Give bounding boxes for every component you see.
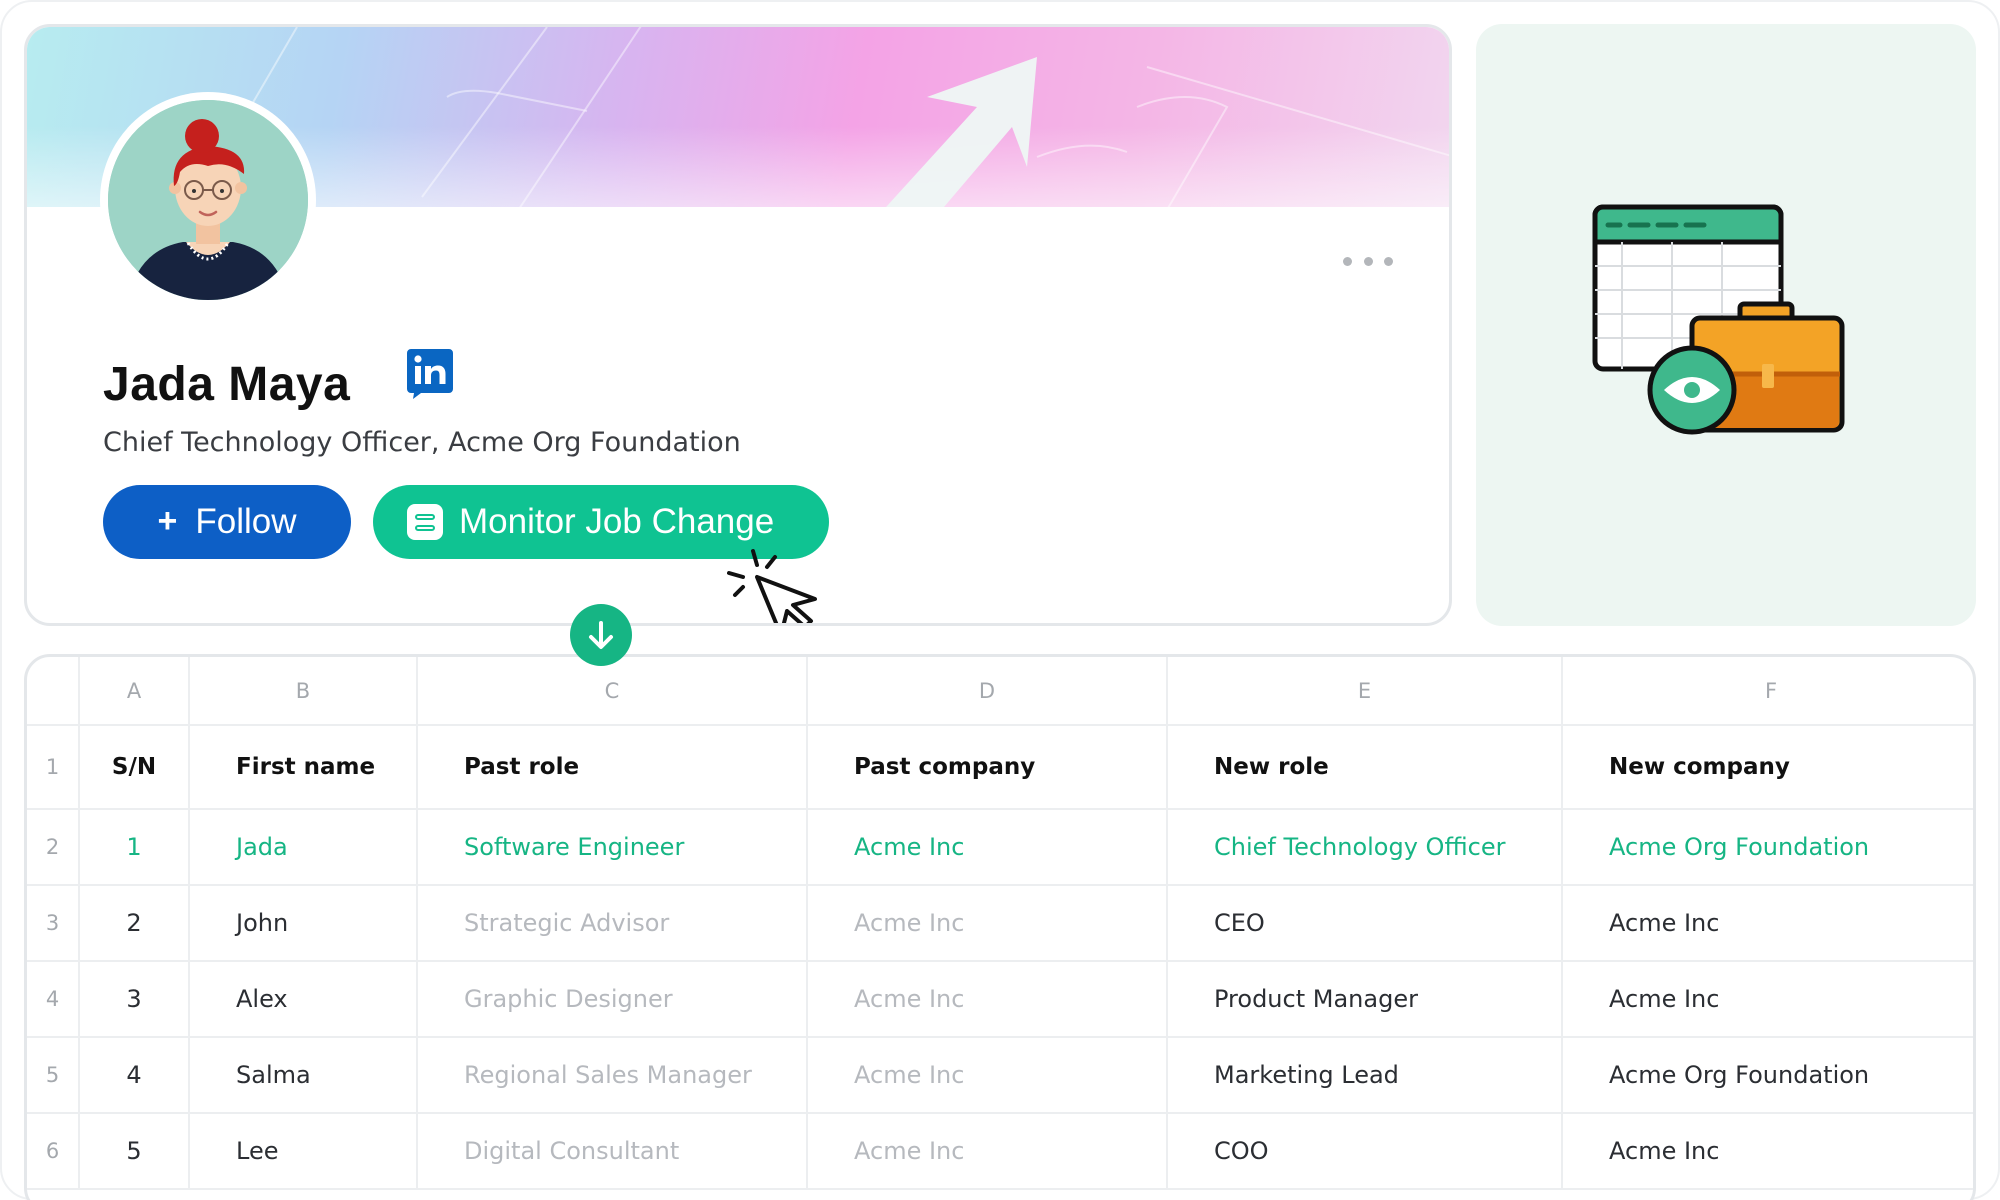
job-change-sheet: A B C D E F 1 S/N First name Past role P…	[24, 654, 1976, 1200]
follow-button[interactable]: + Follow	[103, 485, 351, 559]
column-letter[interactable]: E	[1167, 657, 1563, 726]
corner-cell	[27, 657, 80, 726]
linkedin-icon[interactable]	[407, 349, 453, 399]
cell-new-company[interactable]: Acme Org Foundation	[1562, 1037, 1973, 1114]
cell-first-name[interactable]: Jada	[189, 809, 418, 886]
cell-new-role[interactable]: COO	[1167, 1113, 1563, 1190]
table-row: 5 4 Salma Regional Sales Manager Acme In…	[27, 1037, 1973, 1114]
cell-first-name[interactable]: John	[189, 885, 418, 962]
cell-sn[interactable]: 2	[79, 885, 190, 962]
cell-first-name[interactable]: Alex	[189, 961, 418, 1038]
job-monitor-illustration	[1592, 204, 1845, 435]
column-letter-row: A B C D E F	[27, 657, 1973, 726]
cell-new-company[interactable]: Acme Inc	[1562, 1113, 1973, 1190]
cell-past-role[interactable]: Strategic Advisor	[417, 885, 808, 962]
cell-first-name[interactable]: Salma	[189, 1037, 418, 1114]
cell-past-role[interactable]: Graphic Designer	[417, 961, 808, 1038]
cell-first-name[interactable]: Lee	[189, 1113, 418, 1190]
cell-new-role[interactable]: CEO	[1167, 885, 1563, 962]
cell-sn[interactable]: 5	[79, 1113, 190, 1190]
down-arrow-button[interactable]	[570, 604, 632, 666]
header-row: 1 S/N First name Past role Past company …	[27, 725, 1973, 810]
cell-new-company[interactable]: Acme Inc	[1562, 885, 1973, 962]
column-letter[interactable]: B	[189, 657, 418, 726]
row-number[interactable]: 2	[27, 809, 80, 886]
job-change-table: A B C D E F 1 S/N First name Past role P…	[27, 657, 1973, 1190]
table-row: 6 5 Lee Digital Consultant Acme Inc COO …	[27, 1113, 1973, 1190]
cell-new-role[interactable]: Marketing Lead	[1167, 1037, 1563, 1114]
cell-past-role[interactable]: Software Engineer	[417, 809, 808, 886]
cell-past-company[interactable]: Acme Inc	[807, 961, 1168, 1038]
cell-past-company[interactable]: Acme Inc	[807, 1037, 1168, 1114]
header-cell-past-role[interactable]: Past role	[417, 725, 808, 810]
column-letter[interactable]: D	[807, 657, 1168, 726]
profile-name: Jada Maya	[103, 358, 351, 411]
table-row: 4 3 Alex Graphic Designer Acme Inc Produ…	[27, 961, 1973, 1038]
cell-past-role[interactable]: Regional Sales Manager	[417, 1037, 808, 1114]
cell-past-company[interactable]: Acme Inc	[807, 1113, 1168, 1190]
cell-past-role[interactable]: Digital Consultant	[417, 1113, 808, 1190]
column-letter[interactable]: A	[79, 657, 190, 726]
header-cell-sn[interactable]: S/N	[79, 725, 190, 810]
cell-sn[interactable]: 1	[79, 809, 190, 886]
header-cell-new-role[interactable]: New role	[1167, 725, 1563, 810]
row-number[interactable]: 6	[27, 1113, 80, 1190]
header-cell-first-name[interactable]: First name	[189, 725, 418, 810]
table-row: 2 1 Jada Software Engineer Acme Inc Chie…	[27, 809, 1973, 886]
row-number[interactable]: 4	[27, 961, 80, 1038]
monitor-icon	[407, 504, 443, 540]
illustration-card	[1476, 24, 1976, 626]
cell-sn[interactable]: 4	[79, 1037, 190, 1114]
cell-new-company[interactable]: Acme Inc	[1562, 961, 1973, 1038]
row-number[interactable]: 3	[27, 885, 80, 962]
header-cell-past-company[interactable]: Past company	[807, 725, 1168, 810]
cell-new-role[interactable]: Chief Technology Officer	[1167, 809, 1563, 886]
cell-past-company[interactable]: Acme Inc	[807, 809, 1168, 886]
monitor-button-label: Monitor Job Change	[459, 502, 775, 541]
person-illustration	[108, 100, 308, 300]
more-options-icon[interactable]	[1343, 249, 1393, 273]
column-letter[interactable]: F	[1562, 657, 1973, 726]
avatar	[100, 92, 316, 308]
plus-icon: +	[157, 501, 178, 540]
cell-new-role[interactable]: Product Manager	[1167, 961, 1563, 1038]
cell-past-company[interactable]: Acme Inc	[807, 885, 1168, 962]
arrow-down-icon	[589, 621, 613, 649]
follow-button-label: Follow	[195, 502, 297, 541]
header-cell-new-company[interactable]: New company	[1562, 725, 1973, 810]
table-row: 3 2 John Strategic Advisor Acme Inc CEO …	[27, 885, 1973, 962]
column-letter[interactable]: C	[417, 657, 808, 726]
row-number[interactable]: 5	[27, 1037, 80, 1114]
row-number[interactable]: 1	[27, 725, 80, 810]
cell-sn[interactable]: 3	[79, 961, 190, 1038]
profile-title: Chief Technology Officer, Acme Org Found…	[103, 427, 741, 458]
mouse-cursor-icon	[727, 549, 817, 623]
cell-new-company[interactable]: Acme Org Foundation	[1562, 809, 1973, 886]
